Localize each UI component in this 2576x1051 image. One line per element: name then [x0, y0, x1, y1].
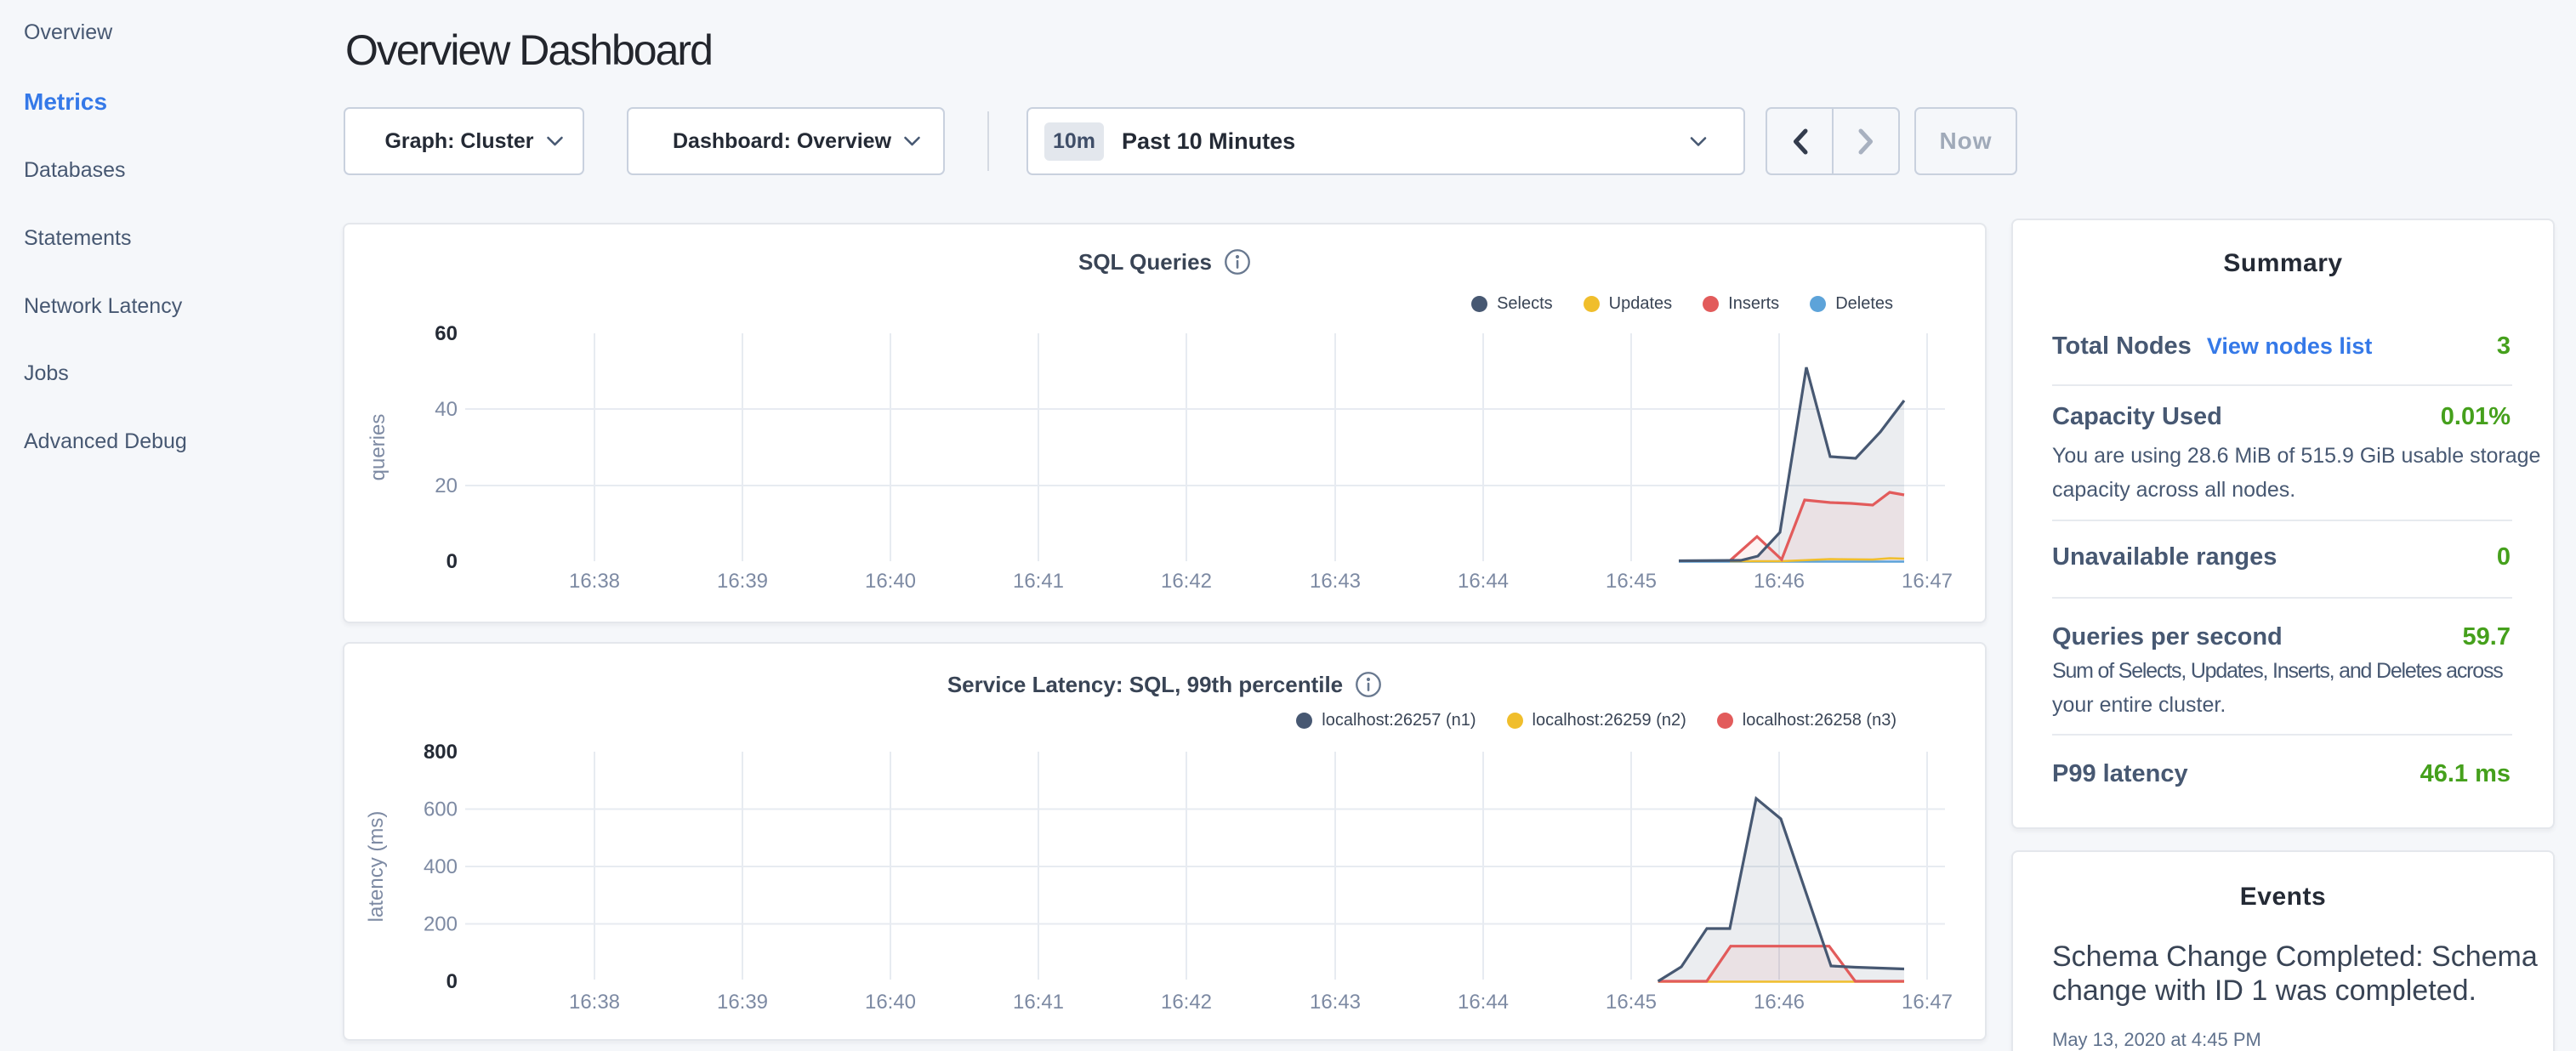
svg-text:400: 400 [424, 855, 458, 878]
svg-text:40: 40 [435, 398, 458, 421]
svg-text:16:45: 16:45 [1606, 570, 1657, 593]
svg-text:16:39: 16:39 [717, 570, 768, 593]
svg-text:800: 800 [424, 741, 458, 764]
svg-text:16:39: 16:39 [717, 991, 768, 1014]
svg-text:latency (ms): latency (ms) [365, 811, 388, 923]
svg-text:0: 0 [446, 550, 458, 573]
svg-text:16:43: 16:43 [1310, 570, 1361, 593]
svg-text:16:41: 16:41 [1013, 570, 1064, 593]
svg-text:16:40: 16:40 [865, 991, 916, 1014]
svg-text:queries: queries [367, 414, 390, 481]
svg-text:16:47: 16:47 [1902, 991, 1953, 1014]
svg-text:16:46: 16:46 [1754, 570, 1805, 593]
svg-text:16:44: 16:44 [1458, 991, 1509, 1014]
svg-text:0: 0 [446, 970, 458, 993]
svg-text:16:44: 16:44 [1458, 570, 1509, 593]
svg-text:16:47: 16:47 [1902, 570, 1953, 593]
svg-text:16:38: 16:38 [569, 570, 620, 593]
svg-text:16:42: 16:42 [1161, 991, 1212, 1014]
svg-text:16:38: 16:38 [569, 991, 620, 1014]
svg-text:20: 20 [435, 474, 458, 497]
svg-text:16:46: 16:46 [1754, 991, 1805, 1014]
svg-text:60: 60 [435, 322, 458, 345]
svg-text:16:42: 16:42 [1161, 570, 1212, 593]
svg-text:200: 200 [424, 913, 458, 936]
svg-text:16:43: 16:43 [1310, 991, 1361, 1014]
svg-text:16:40: 16:40 [865, 570, 916, 593]
svg-text:600: 600 [424, 798, 458, 821]
svg-text:16:41: 16:41 [1013, 991, 1064, 1014]
svg-text:16:45: 16:45 [1606, 991, 1657, 1014]
